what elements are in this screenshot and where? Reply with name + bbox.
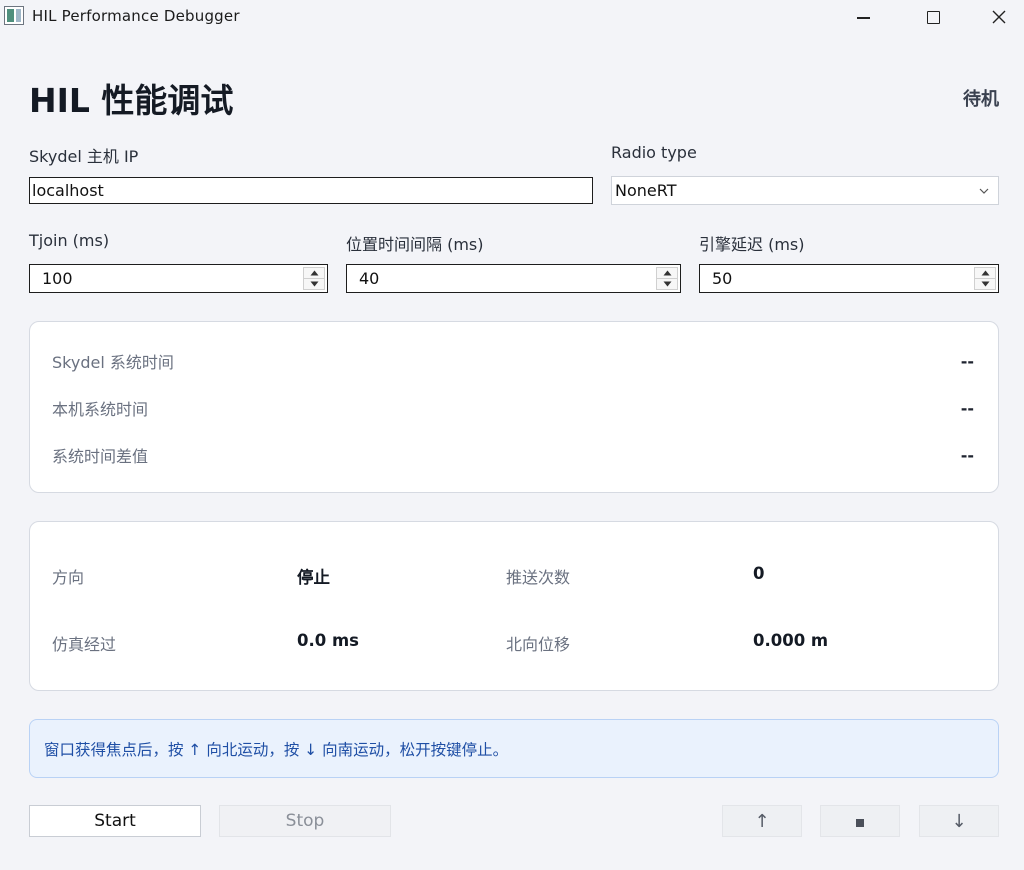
tjoin-spinbox[interactable]: 100 bbox=[29, 264, 328, 293]
engine-latency-decrement-button[interactable] bbox=[974, 279, 996, 290]
page-title: HIL 性能调试 bbox=[29, 81, 234, 120]
elapsed-label: 仿真经过 bbox=[52, 635, 117, 654]
position-interval-decrement-button[interactable] bbox=[656, 279, 678, 290]
tjoin-increment-button[interactable] bbox=[303, 267, 325, 279]
start-button[interactable]: Start bbox=[29, 805, 201, 837]
time-row-diff: 系统时间差值 -- bbox=[52, 444, 974, 467]
position-interval-increment-button[interactable] bbox=[656, 267, 678, 279]
host-ip-label: Skydel 主机 IP bbox=[29, 147, 139, 166]
time-row-skydel: Skydel 系统时间 -- bbox=[52, 350, 974, 373]
status-badge: 待机 bbox=[963, 89, 999, 110]
north-displacement-label: 北向位移 bbox=[506, 635, 571, 654]
position-interval-value: 40 bbox=[359, 269, 380, 288]
window-title: HIL Performance Debugger bbox=[32, 7, 240, 25]
maximize-button[interactable] bbox=[910, 0, 956, 34]
radio-type-select[interactable]: NoneRT bbox=[611, 176, 999, 205]
local-time-label: 本机系统时间 bbox=[52, 400, 149, 419]
arrow-down-icon: ↓ bbox=[951, 810, 967, 832]
north-displacement-value: 0.000 m bbox=[753, 631, 829, 650]
time-diff-value: -- bbox=[960, 445, 974, 465]
triangle-up-icon bbox=[981, 270, 989, 276]
halt-button[interactable] bbox=[820, 805, 900, 837]
minimize-button[interactable] bbox=[840, 0, 886, 34]
keyboard-hint: 窗口获得焦点后，按 ↑ 向北运动，按 ↓ 向南运动，松开按键停止。 bbox=[29, 719, 999, 778]
skydel-time-label: Skydel 系统时间 bbox=[52, 353, 174, 372]
direction-value: 停止 bbox=[297, 568, 330, 587]
local-time-value: -- bbox=[960, 398, 974, 418]
maximize-icon bbox=[926, 10, 940, 24]
minimize-icon bbox=[856, 17, 870, 19]
triangle-down-icon bbox=[981, 281, 989, 287]
triangle-down-icon bbox=[663, 281, 671, 287]
position-interval-spinbox[interactable]: 40 bbox=[346, 264, 681, 293]
close-icon bbox=[992, 10, 1006, 24]
triangle-down-icon bbox=[310, 281, 318, 287]
chevron-down-icon bbox=[979, 188, 989, 194]
engine-latency-increment-button[interactable] bbox=[974, 267, 996, 279]
triangle-up-icon bbox=[310, 270, 318, 276]
keyboard-hint-text: 窗口获得焦点后，按 ↑ 向北运动，按 ↓ 向南运动，松开按键停止。 bbox=[44, 740, 509, 759]
engine-latency-value: 50 bbox=[712, 269, 733, 288]
tjoin-label: Tjoin (ms) bbox=[29, 231, 110, 250]
move-south-button[interactable]: ↓ bbox=[919, 805, 999, 837]
arrow-up-icon: ↑ bbox=[754, 810, 770, 832]
radio-type-value: NoneRT bbox=[615, 181, 677, 200]
time-diff-label: 系统时间差值 bbox=[52, 447, 149, 466]
push-count-value: 0 bbox=[753, 564, 765, 583]
engine-latency-spinbox[interactable]: 50 bbox=[699, 264, 999, 293]
radio-type-label: Radio type bbox=[611, 143, 697, 162]
direction-label: 方向 bbox=[52, 568, 85, 587]
elapsed-value: 0.0 ms bbox=[297, 631, 359, 650]
time-panel: Skydel 系统时间 -- 本机系统时间 -- 系统时间差值 -- bbox=[29, 321, 999, 493]
position-interval-label: 位置时间间隔 (ms) bbox=[346, 235, 484, 254]
engine-latency-label: 引擎延迟 (ms) bbox=[699, 235, 805, 254]
stop-square-icon bbox=[856, 819, 864, 827]
close-button[interactable] bbox=[976, 0, 1022, 34]
move-north-button[interactable]: ↑ bbox=[722, 805, 802, 837]
skydel-time-value: -- bbox=[960, 351, 974, 371]
tjoin-value: 100 bbox=[42, 269, 73, 288]
app-icon bbox=[4, 6, 24, 25]
app-window: HIL Performance Debugger HIL 性能调试 待机 Sky… bbox=[0, 0, 1024, 870]
title-bar: HIL Performance Debugger bbox=[0, 0, 1024, 34]
tjoin-decrement-button[interactable] bbox=[303, 279, 325, 290]
push-count-label: 推送次数 bbox=[506, 568, 571, 587]
time-row-local: 本机系统时间 -- bbox=[52, 397, 974, 420]
motion-panel: 方向 停止 推送次数 0 仿真经过 0.0 ms 北向位移 0.000 m bbox=[29, 521, 999, 691]
stop-button[interactable]: Stop bbox=[219, 805, 391, 837]
triangle-up-icon bbox=[663, 270, 671, 276]
host-ip-input[interactable] bbox=[29, 177, 593, 204]
